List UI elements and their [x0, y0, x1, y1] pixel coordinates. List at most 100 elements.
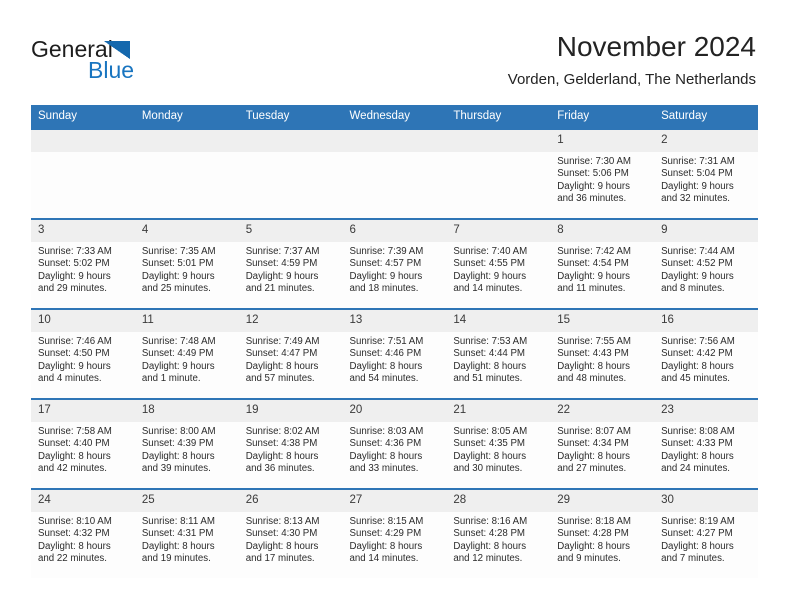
day-number: 21 — [446, 400, 551, 422]
sunset-text: Sunset: 5:04 PM — [661, 168, 733, 180]
calendar-day-cell[interactable]: 10 Sunrise: 7:46 AM Sunset: 4:50 PM Dayligh… — [31, 308, 135, 399]
calendar-day-cell[interactable]: 21 Sunrise: 8:05 AM Sunset: 4:35 PM Dayligh… — [446, 398, 551, 489]
sunset-text: Sunset: 4:27 PM — [661, 528, 733, 540]
sunrise-text: Sunrise: 7:56 AM — [661, 336, 735, 347]
sunset-text: Sunset: 4:36 PM — [349, 438, 422, 450]
day-details: Sunrise: 8:02 AM Sunset: 4:38 PM Daylight:… — [239, 422, 343, 476]
daylight-text-line1: Daylight: 8 hours — [557, 540, 630, 552]
calendar-day-cell[interactable]: 18 Sunrise: 8:00 AM Sunset: 4:39 PM Dayligh… — [134, 398, 239, 489]
day-details: Sunrise: 8:19 AM Sunset: 4:27 PM Daylight:… — [654, 512, 758, 566]
day-number: 26 — [238, 490, 343, 512]
calendar-day-cell[interactable]: 22 Sunrise: 8:07 AM Sunset: 4:34 PM Dayligh… — [550, 398, 655, 489]
day-number: 15 — [550, 310, 655, 332]
daylight-text-line2: and 57 minutes. — [245, 373, 315, 385]
calendar-day-cell[interactable]: 16 Sunrise: 7:56 AM Sunset: 4:42 PM Dayligh… — [654, 308, 758, 399]
sunset-text: Sunset: 4:31 PM — [141, 528, 214, 540]
calendar-day-cell[interactable]: 26 Sunrise: 8:13 AM Sunset: 4:30 PM Dayligh… — [238, 488, 343, 578]
sunrise-text: Sunrise: 7:48 AM — [141, 336, 216, 347]
day-details: Sunrise: 7:37 AM Sunset: 4:59 PM Daylight:… — [239, 242, 343, 296]
sunrise-text: Sunrise: 8:19 AM — [661, 516, 735, 527]
calendar-day-cell[interactable]: 7 Sunrise: 7:40 AM Sunset: 4:55 PM Daylight… — [446, 218, 551, 309]
calendar-day-cell[interactable]: 19 Sunrise: 8:02 AM Sunset: 4:38 PM Dayligh… — [238, 398, 343, 489]
day-details: Sunrise: 7:56 AM Sunset: 4:42 PM Daylight:… — [654, 332, 758, 386]
calendar-day-cell[interactable]: 1 Sunrise: 7:30 AM Sunset: 5:06 PM Daylight… — [550, 128, 655, 219]
day-number: 29 — [550, 490, 655, 512]
calendar-day-cell[interactable]: 27 Sunrise: 8:15 AM Sunset: 4:29 PM Dayligh… — [342, 488, 447, 578]
calendar-week-row: 17 Sunrise: 7:58 AM Sunset: 4:40 PM Dayligh… — [31, 398, 758, 489]
daylight-text-line1: Daylight: 9 hours — [141, 360, 215, 372]
sunrise-text: Sunrise: 8:08 AM — [661, 426, 735, 437]
day-number: 3 — [31, 220, 135, 242]
page-header: General Blue November 2024 Vorden, Gelde… — [0, 0, 792, 104]
calendar-day-cell[interactable]: 30 Sunrise: 8:19 AM Sunset: 4:27 PM Dayligh… — [654, 488, 758, 578]
day-number: 18 — [134, 400, 239, 422]
logo-text-blue: Blue — [88, 57, 135, 83]
calendar-day-cell[interactable]: 17 Sunrise: 7:58 AM Sunset: 4:40 PM Dayligh… — [31, 398, 135, 489]
calendar-day-cell[interactable]: 6 Sunrise: 7:39 AM Sunset: 4:57 PM Daylight… — [342, 218, 447, 309]
sunrise-text: Sunrise: 8:00 AM — [141, 426, 216, 437]
day-details: Sunrise: 7:55 AM Sunset: 4:43 PM Daylight:… — [550, 332, 654, 386]
daylight-text-line2: and 32 minutes. — [661, 193, 730, 205]
day-number: 17 — [31, 400, 135, 422]
calendar-day-cell[interactable]: 23 Sunrise: 8:08 AM Sunset: 4:33 PM Dayligh… — [654, 398, 758, 489]
day-number: 20 — [342, 400, 447, 422]
day-number: 8 — [550, 220, 655, 242]
daylight-text-line2: and 14 minutes. — [453, 283, 523, 295]
calendar-day-cell[interactable]: 3 Sunrise: 7:33 AM Sunset: 5:02 PM Daylight… — [31, 218, 135, 309]
calendar-day-cell[interactable]: 24 Sunrise: 8:10 AM Sunset: 4:32 PM Dayligh… — [31, 488, 135, 578]
daylight-text-line2: and 54 minutes. — [349, 373, 419, 385]
daylight-text-line2: and 27 minutes. — [557, 463, 627, 475]
daylight-text-line2: and 42 minutes. — [38, 463, 107, 475]
calendar-day-cell[interactable]: 2 Sunrise: 7:31 AM Sunset: 5:04 PM Daylight… — [654, 128, 758, 219]
day-details: Sunrise: 7:46 AM Sunset: 4:50 PM Daylight:… — [31, 332, 135, 386]
day-details: Sunrise: 8:05 AM Sunset: 4:35 PM Daylight:… — [446, 422, 550, 476]
sunrise-text: Sunrise: 7:55 AM — [557, 336, 631, 347]
calendar-day-cell[interactable]: 20 Sunrise: 8:03 AM Sunset: 4:36 PM Dayligh… — [342, 398, 447, 489]
sunrise-text: Sunrise: 8:07 AM — [557, 426, 631, 437]
daylight-text-line2: and 7 minutes. — [661, 553, 725, 565]
daylight-text-line2: and 48 minutes. — [557, 373, 627, 385]
calendar-day-cell[interactable]: 9 Sunrise: 7:44 AM Sunset: 4:52 PM Daylight… — [654, 218, 758, 309]
calendar-day-cell[interactable]: 8 Sunrise: 7:42 AM Sunset: 4:54 PM Daylight… — [550, 218, 655, 309]
sunset-text: Sunset: 4:54 PM — [557, 258, 629, 270]
sunrise-text: Sunrise: 7:58 AM — [38, 426, 112, 437]
sunrise-text: Sunrise: 7:31 AM — [661, 156, 735, 167]
calendar-day-cell[interactable]: 15 Sunrise: 7:55 AM Sunset: 4:43 PM Dayligh… — [550, 308, 655, 399]
calendar-day-cell[interactable]: 11 Sunrise: 7:48 AM Sunset: 4:49 PM Dayligh… — [134, 308, 239, 399]
day-details: Sunrise: 7:49 AM Sunset: 4:47 PM Daylight:… — [239, 332, 343, 386]
sunset-text: Sunset: 4:33 PM — [661, 438, 733, 450]
calendar-day-cell[interactable]: 5 Sunrise: 7:37 AM Sunset: 4:59 PM Daylight… — [238, 218, 343, 309]
sunset-text: Sunset: 4:39 PM — [141, 438, 214, 450]
daylight-text-line2: and 25 minutes. — [141, 283, 211, 295]
sunrise-text: Sunrise: 7:30 AM — [557, 156, 631, 167]
calendar-day-cell[interactable]: 28 Sunrise: 8:16 AM Sunset: 4:28 PM Dayligh… — [446, 488, 551, 578]
calendar-day-cell[interactable]: 29 Sunrise: 8:18 AM Sunset: 4:28 PM Dayligh… — [550, 488, 655, 578]
calendar-day-cell[interactable]: 13 Sunrise: 7:51 AM Sunset: 4:46 PM Dayligh… — [342, 308, 447, 399]
day-details: Sunrise: 8:13 AM Sunset: 4:30 PM Daylight:… — [239, 512, 343, 566]
sunset-text: Sunset: 4:42 PM — [661, 348, 733, 360]
sunset-text: Sunset: 4:28 PM — [453, 528, 525, 540]
daylight-text-line1: Daylight: 8 hours — [38, 450, 111, 462]
sunrise-text: Sunrise: 8:16 AM — [453, 516, 528, 527]
calendar-day-cell[interactable]: 12 Sunrise: 7:49 AM Sunset: 4:47 PM Dayligh… — [238, 308, 343, 399]
day-number: 14 — [446, 310, 551, 332]
daylight-text-line2: and 11 minutes. — [557, 283, 626, 295]
calendar-week-row: 3 Sunrise: 7:33 AM Sunset: 5:02 PM Daylight… — [31, 218, 758, 309]
day-details: Sunrise: 8:11 AM Sunset: 4:31 PM Daylight:… — [135, 512, 239, 566]
daylight-text-line2: and 24 minutes. — [661, 463, 730, 475]
daylight-text-line2: and 36 minutes. — [245, 463, 315, 475]
calendar-week-row: 1 Sunrise: 7:30 AM Sunset: 5:06 PM Daylight… — [31, 128, 758, 219]
sunrise-text: Sunrise: 7:39 AM — [349, 246, 424, 257]
day-details: Sunrise: 8:10 AM Sunset: 4:32 PM Daylight:… — [31, 512, 135, 566]
sunset-text: Sunset: 4:47 PM — [245, 348, 318, 360]
calendar-day-cell[interactable]: 14 Sunrise: 7:53 AM Sunset: 4:44 PM Dayligh… — [446, 308, 551, 399]
daylight-text-line2: and 51 minutes. — [453, 373, 523, 385]
calendar-day-cell[interactable]: 25 Sunrise: 8:11 AM Sunset: 4:31 PM Dayligh… — [134, 488, 239, 578]
sunrise-text: Sunrise: 8:02 AM — [245, 426, 320, 437]
page-subtitle: Vorden, Gelderland, The Netherlands — [507, 71, 756, 88]
day-details: Sunrise: 7:53 AM Sunset: 4:44 PM Daylight:… — [446, 332, 550, 386]
day-number: 6 — [342, 220, 447, 242]
calendar-week-row: 10 Sunrise: 7:46 AM Sunset: 4:50 PM Dayligh… — [31, 308, 758, 399]
sunrise-text: Sunrise: 8:03 AM — [349, 426, 424, 437]
calendar-day-cell[interactable]: 4 Sunrise: 7:35 AM Sunset: 5:01 PM Daylight… — [134, 218, 239, 309]
